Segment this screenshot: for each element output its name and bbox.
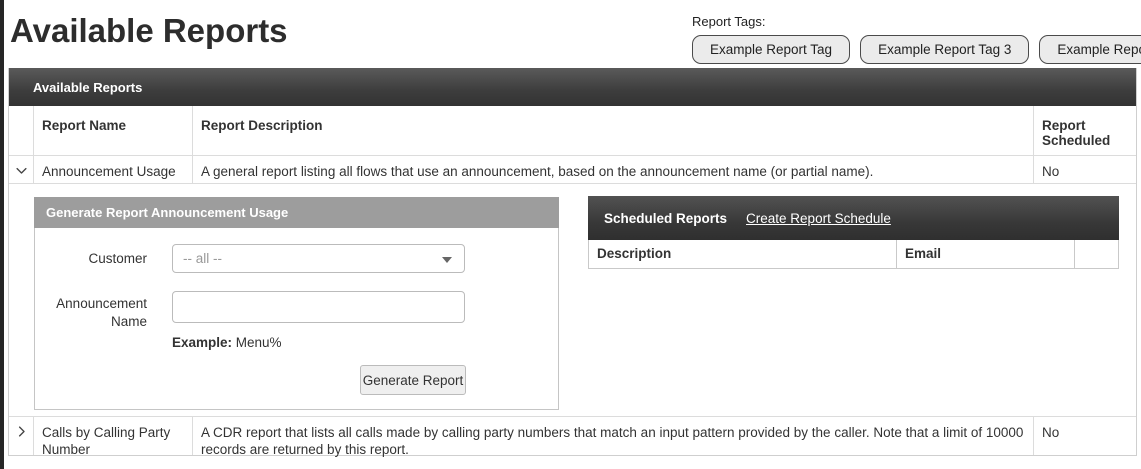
chevron-right-icon[interactable] [14,424,29,455]
scheduled-reports-panel: Scheduled Reports Create Report Schedule… [588,196,1119,269]
announcement-name-input[interactable] [172,291,465,323]
report-tags-label: Report Tags: [692,14,1138,29]
scheduled-reports-title: Scheduled Reports [604,211,727,226]
example-hint: Example: Menu% [172,335,282,350]
column-header-report-scheduled: Report Scheduled [1034,106,1136,155]
table-header-row: Report Name Report Description Report Sc… [9,106,1136,156]
page-title: Available Reports [10,12,288,50]
report-scheduled-cell: No [1034,417,1136,455]
generate-report-button[interactable]: Generate Report [360,365,466,395]
create-report-schedule-link[interactable]: Create Report Schedule [746,211,891,226]
report-scheduled-cell: No [1034,156,1136,183]
window-left-edge [0,0,4,469]
report-tags-area: Report Tags: Example Report Tag Example … [692,14,1138,64]
expander-column-header [9,106,34,155]
scheduled-reports-header: Scheduled Reports Create Report Schedule [588,196,1119,240]
scheduled-column-email: Email [896,240,1074,268]
table-row-calls-by-calling-party-number[interactable]: Calls by Calling Party Number A CDR repo… [9,417,1136,455]
chevron-down-icon [442,257,452,263]
generate-report-panel-header: Generate Report Announcement Usage [34,197,559,228]
expanded-row-announcement-usage: Generate Report Announcement Usage Custo… [9,184,1136,417]
scheduled-reports-columns-row: Description Email [588,240,1119,269]
column-header-report-description: Report Description [193,106,1034,155]
tag-button-example-report-tag-3[interactable]: Example Report Tag 3 [860,35,1029,64]
report-tags-row: Example Report Tag Example Report Tag 3 … [692,35,1138,64]
generate-report-panel: Generate Report Announcement Usage Custo… [34,197,559,410]
scheduled-column-description: Description [589,240,896,268]
table-row-announcement-usage[interactable]: Announcement Usage A general report list… [9,156,1136,184]
example-hint-value: Menu% [232,335,282,350]
scheduled-column-actions [1074,240,1118,268]
report-description-cell: A general report listing all flows that … [193,156,1034,183]
chevron-down-icon[interactable] [14,163,29,183]
report-description-cell: A CDR report that lists all calls made b… [193,417,1034,455]
report-name-cell: Announcement Usage [34,156,193,183]
tag-button-example-report-tag-2[interactable]: Example Report Tag 2 [1039,35,1141,64]
announcement-name-label: Announcement Name [35,295,147,331]
customer-label: Customer [35,250,147,268]
table-titlebar: Available Reports [9,68,1136,106]
available-reports-table: Available Reports Report Name Report Des… [8,68,1137,456]
tag-button-example-report-tag[interactable]: Example Report Tag [692,35,850,64]
example-hint-label: Example: [172,335,232,350]
customer-select-value: -- all -- [183,251,222,266]
column-header-report-name: Report Name [34,106,193,155]
report-name-cell: Calls by Calling Party Number [34,417,193,455]
customer-select[interactable]: -- all -- [172,244,465,273]
